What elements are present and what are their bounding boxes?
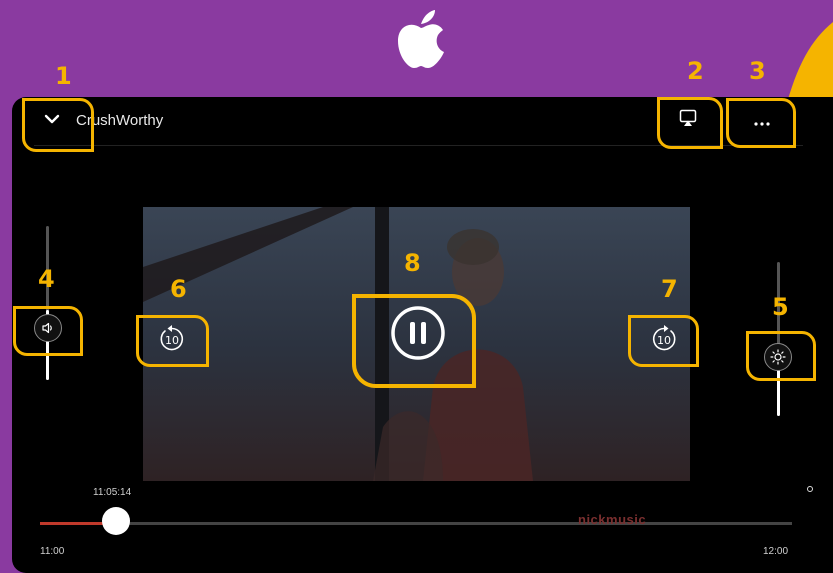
callout-label-5: 5	[772, 293, 789, 321]
seek-handle[interactable]	[102, 507, 130, 535]
callout-label-6: 6	[170, 275, 187, 303]
apple-logo-icon	[398, 10, 444, 68]
status-dot-icon	[807, 486, 813, 492]
callout-box-2	[657, 97, 723, 149]
corner-accent	[785, 22, 833, 110]
current-time: 11:05:14	[93, 487, 132, 498]
callout-box-4	[13, 306, 83, 356]
callout-box-5	[746, 331, 816, 381]
callout-label-7: 7	[661, 275, 678, 303]
callout-box-6	[136, 315, 209, 367]
start-time: 11:00	[40, 546, 65, 557]
callout-label-2: 2	[687, 57, 704, 85]
end-time: 12:00	[763, 546, 789, 557]
callout-label-3: 3	[749, 57, 766, 85]
seek-bar[interactable]	[40, 522, 792, 525]
channel-watermark: nickmusic	[578, 512, 647, 527]
callout-box-1	[22, 98, 94, 152]
callout-label-1: 1	[55, 62, 72, 90]
callout-label-4: 4	[38, 265, 55, 293]
callout-box-3	[726, 98, 796, 148]
callout-box-7	[628, 315, 699, 367]
callout-box-8	[352, 294, 476, 388]
callout-label-8: 8	[404, 249, 421, 277]
